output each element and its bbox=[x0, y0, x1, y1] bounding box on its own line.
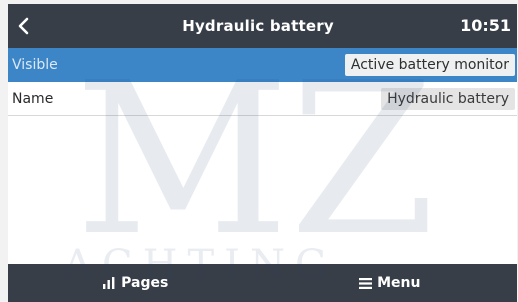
list-item-label: Visible bbox=[12, 57, 58, 73]
pages-button[interactable]: Pages bbox=[8, 264, 263, 302]
list-item-value: Active battery monitor bbox=[344, 54, 515, 76]
list-item-name[interactable]: Name Hydraulic battery bbox=[8, 82, 517, 116]
list-item-label: Name bbox=[12, 91, 54, 107]
pages-label: Pages bbox=[121, 275, 169, 291]
menu-button[interactable]: Menu bbox=[263, 264, 518, 302]
bar-chart-icon bbox=[103, 277, 115, 289]
page-title: Hydraulic battery bbox=[182, 17, 334, 35]
clock: 10:51 bbox=[460, 16, 511, 35]
chevron-left-icon[interactable] bbox=[14, 16, 34, 36]
menu-label: Menu bbox=[377, 275, 421, 291]
hamburger-menu-icon bbox=[359, 277, 373, 289]
title-bar: Hydraulic battery 10:51 bbox=[8, 4, 517, 48]
bottom-bar: Pages Menu bbox=[8, 264, 517, 302]
device-screen: Hydraulic battery 10:51 Visible Active b… bbox=[8, 4, 517, 302]
list-item-visible[interactable]: Visible Active battery monitor bbox=[8, 48, 517, 82]
list-item-value: Hydraulic battery bbox=[381, 88, 515, 110]
